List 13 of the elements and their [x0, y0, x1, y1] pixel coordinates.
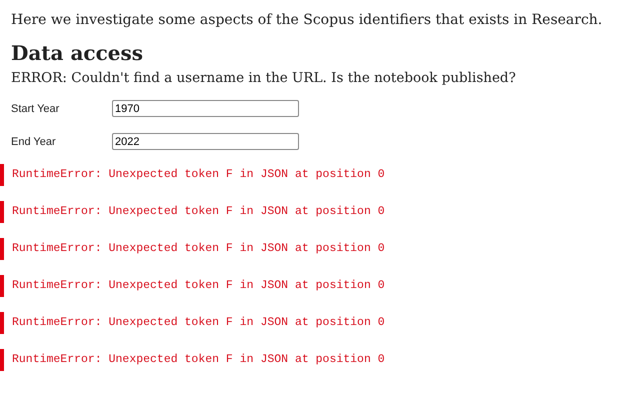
runtime-error: RuntimeError: Unexpected token F in JSON at position 0	[0, 164, 640, 186]
year-input-field[interactable]: 2022	[112, 133, 299, 150]
intro-text: Here we investigate some aspects of the Scopus identifiers that exists in Research.	[11, 12, 604, 28]
runtime-error: RuntimeError: Unexpected token F in JSON at position 0	[0, 275, 640, 297]
error-message: ERROR: Couldn't find a username in the URL. Is the notebook published?	[11, 70, 517, 86]
runtime-error: RuntimeError: Unexpected token F in JSON at position 0	[0, 238, 640, 260]
year-input-field[interactable]: 1970	[112, 100, 299, 117]
runtime-error: RuntimeError: Unexpected token F in JSON at position 0	[0, 312, 640, 334]
field-label: Start Year	[11, 102, 60, 114]
runtime-error: RuntimeError: Unexpected token F in JSON at position 0	[0, 349, 640, 371]
field-label: End Year	[11, 136, 57, 148]
runtime-error: RuntimeError: Unexpected token F in JSON at position 0	[0, 201, 640, 223]
section-heading: Data access	[11, 41, 144, 65]
